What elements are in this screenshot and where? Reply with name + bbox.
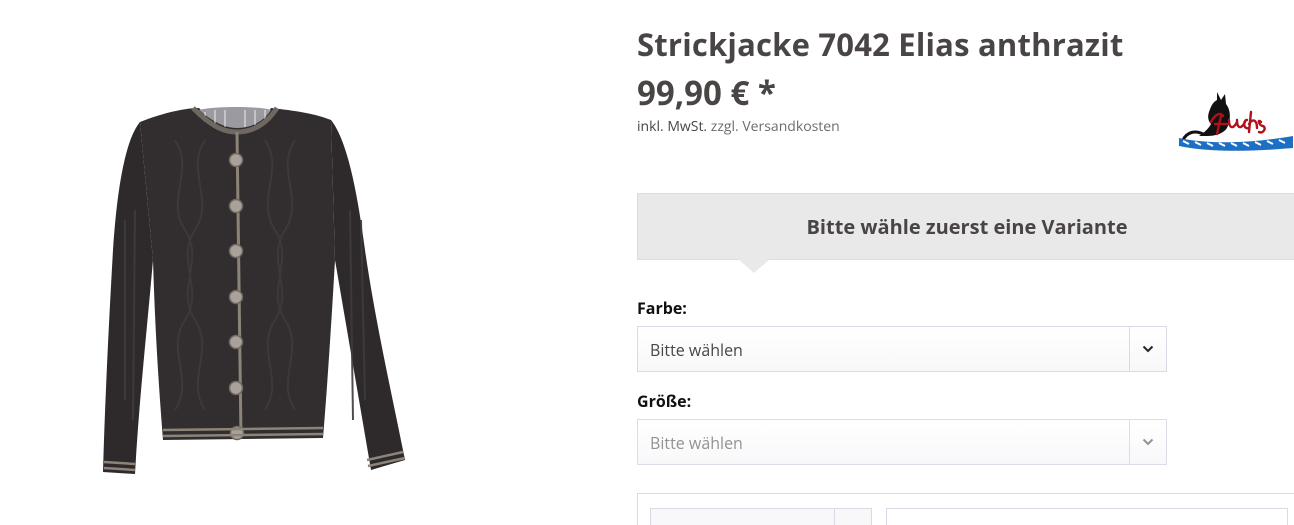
quantity-select-toggle[interactable]	[834, 509, 871, 525]
size-label: Größe:	[637, 390, 692, 412]
tax-prefix: inkl. MwSt.	[637, 117, 708, 136]
quantity-select[interactable]	[650, 508, 872, 525]
size-select-toggle[interactable]	[1129, 420, 1166, 464]
brand-logo[interactable]	[1177, 88, 1294, 152]
variant-hint-arrow	[738, 259, 770, 273]
color-select-value: Bitte wählen	[650, 339, 743, 361]
tax-info: inkl. MwSt. zzgl. Versandkosten	[637, 117, 840, 136]
color-label: Farbe:	[637, 297, 687, 319]
chevron-down-icon	[1142, 345, 1154, 353]
product-image[interactable]	[95, 100, 415, 485]
variant-hint-text: Bitte wähle zuerst eine Variante	[806, 213, 1128, 240]
color-select[interactable]: Bitte wählen	[637, 326, 1167, 372]
product-price: 99,90 € *	[637, 70, 776, 115]
add-to-cart-button[interactable]	[886, 508, 1288, 525]
product-title: Strickjacke 7042 Elias anthrazit	[637, 24, 1124, 66]
shipping-costs-link[interactable]: zzgl. Versandkosten	[711, 117, 840, 136]
variant-hint-box: Bitte wähle zuerst eine Variante	[637, 193, 1294, 260]
size-select-value: Bitte wählen	[650, 432, 743, 454]
knit-cardigan-image	[103, 106, 406, 474]
chevron-down-icon	[1142, 438, 1154, 446]
color-select-toggle[interactable]	[1129, 327, 1166, 371]
fuchs-trachtenmoden-logo	[1179, 92, 1293, 151]
size-select[interactable]: Bitte wählen	[637, 419, 1167, 465]
